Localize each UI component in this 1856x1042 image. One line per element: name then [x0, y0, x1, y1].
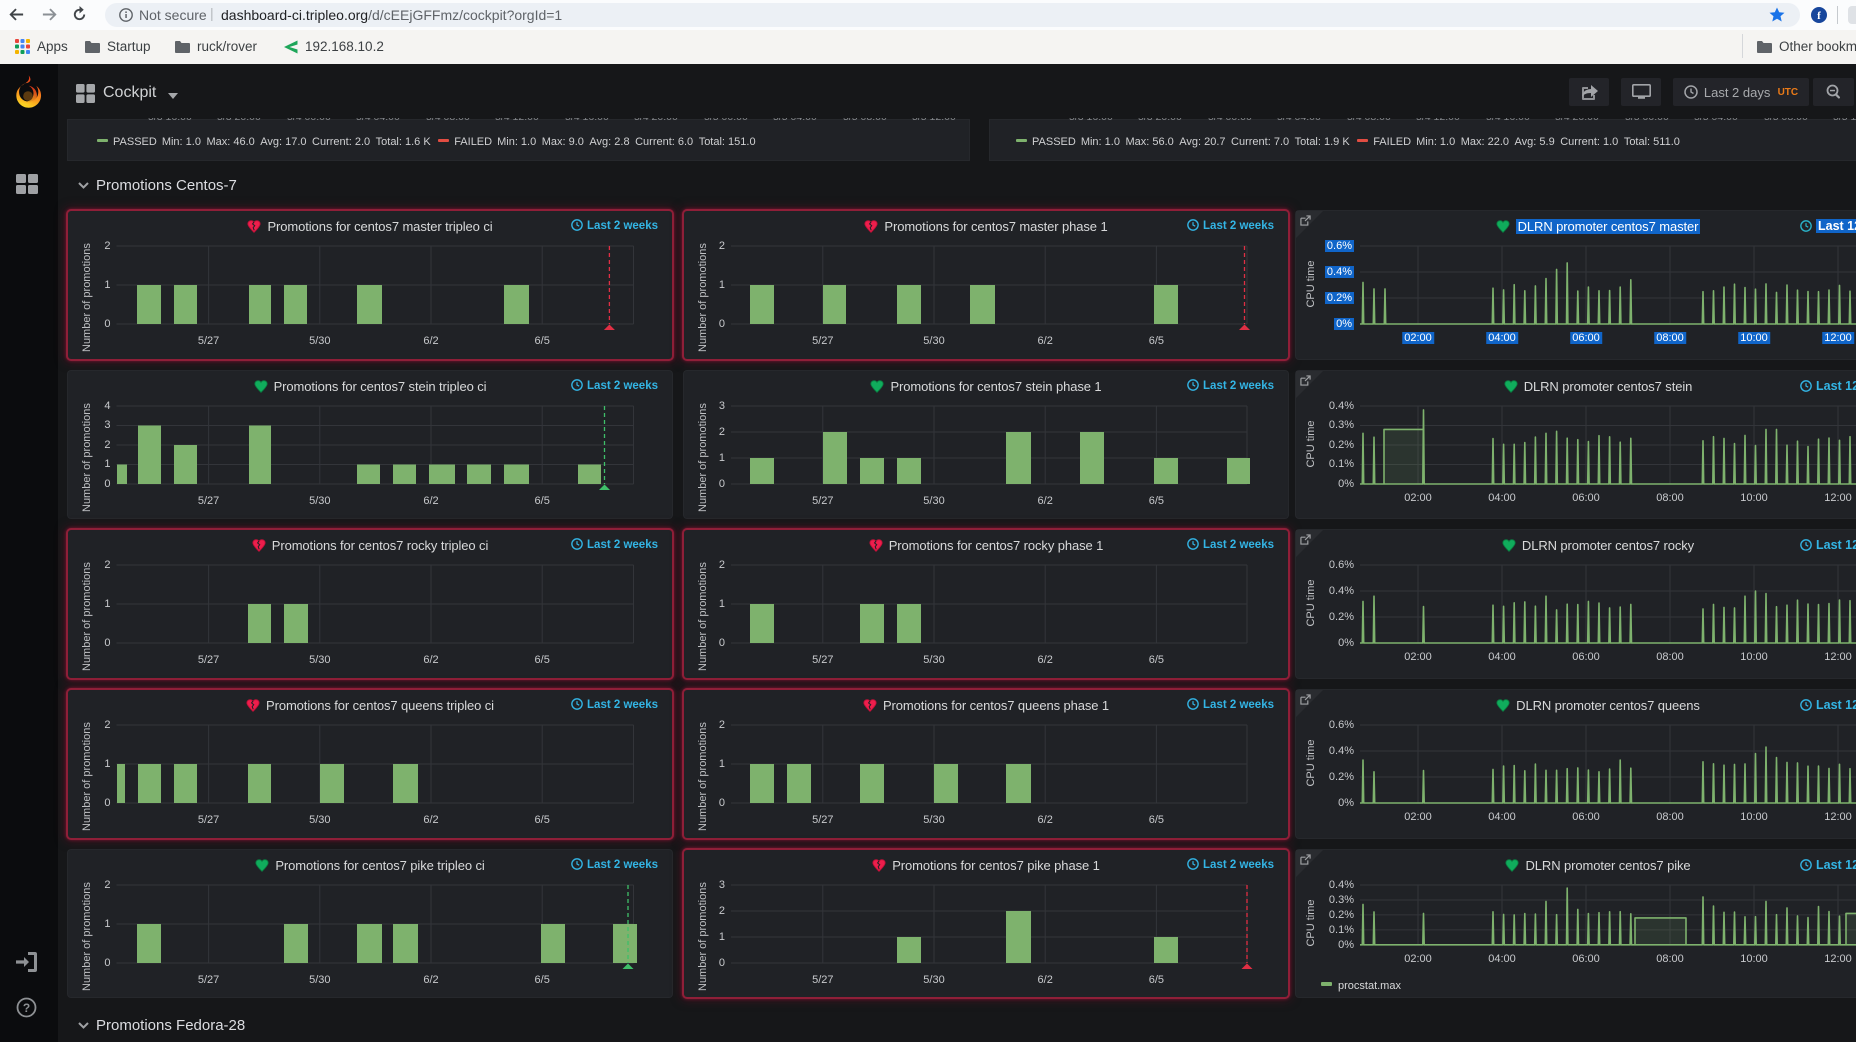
svg-text:f: f — [1817, 10, 1821, 22]
svg-text:?: ? — [23, 1001, 30, 1015]
